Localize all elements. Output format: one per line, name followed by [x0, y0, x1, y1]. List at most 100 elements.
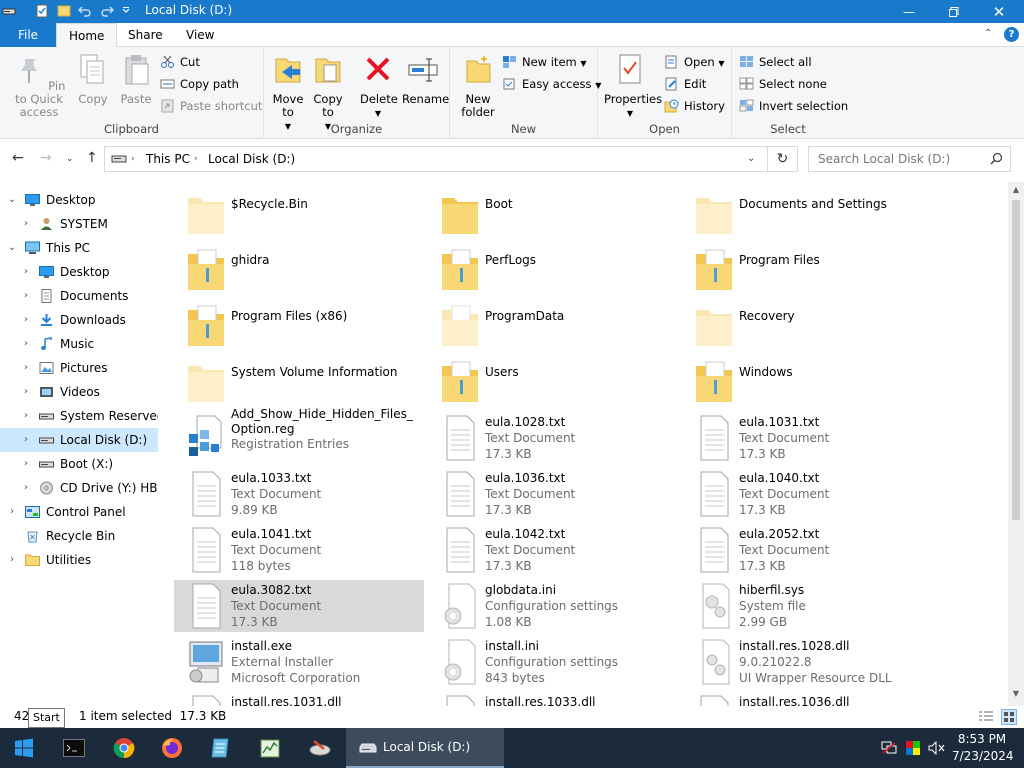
properties-quick-icon[interactable] [35, 4, 49, 18]
nav-item[interactable]: › Control Panel [0, 500, 158, 524]
recent-locations-chevron-icon[interactable]: ⌄ [66, 154, 74, 164]
breadcrumb-local-disk[interactable]: Local Disk (D:) [208, 152, 295, 166]
scroll-up-icon[interactable]: ▲ [1008, 182, 1024, 198]
new-folder-button[interactable]: New folder [460, 53, 496, 119]
tab-view[interactable]: View [174, 23, 226, 47]
edit-button[interactable]: Edit [664, 74, 706, 94]
refresh-button[interactable]: ↻ [768, 146, 798, 172]
rename-button[interactable]: Rename [402, 53, 449, 106]
address-bar[interactable]: › This PC › Local Disk (D:) ⌄ [104, 146, 768, 172]
chevron-right-icon[interactable]: › [6, 548, 18, 572]
close-button[interactable]: ✕ [976, 0, 1022, 23]
tab-home[interactable]: Home [56, 23, 118, 48]
up-arrow-icon[interactable]: ↑ [86, 150, 98, 166]
pin-quick-access-button[interactable]: Pin to Quick access [6, 53, 72, 119]
start-button[interactable] [0, 728, 48, 768]
large-icons-view-icon[interactable] [1001, 709, 1017, 725]
file-item[interactable]: Documents and Settings [682, 188, 932, 240]
file-item[interactable]: eula.1042.txt Text Document 17.3 KB [428, 524, 678, 576]
chevron-right-icon[interactable]: › [20, 452, 32, 476]
nav-item[interactable]: › Videos [0, 380, 158, 404]
nav-item[interactable]: ⌄ This PC [0, 236, 158, 260]
move-to-button[interactable]: Move to ▼ [270, 53, 306, 133]
minimize-button[interactable]: — [886, 0, 932, 23]
file-item[interactable]: eula.1036.txt Text Document 17.3 KB [428, 468, 678, 520]
file-item[interactable]: install.ini Configuration settings 843 byt… [428, 636, 678, 688]
file-item[interactable]: ProgramData [428, 300, 678, 352]
chevron-right-icon[interactable]: › [20, 428, 32, 452]
history-button[interactable]: History [664, 96, 725, 116]
file-item[interactable]: install.res.1031.dll [174, 692, 424, 706]
copy-button[interactable]: Copy [76, 53, 110, 106]
open-button[interactable]: Open ▼ [664, 52, 725, 72]
notes-app[interactable] [196, 728, 244, 768]
breadcrumb-separator-icon[interactable]: › [194, 154, 198, 164]
tab-share[interactable]: Share [116, 23, 175, 47]
nav-item[interactable]: › SYSTEM [0, 212, 158, 236]
chevron-right-icon[interactable]: › [20, 308, 32, 332]
chevron-right-icon[interactable]: › [20, 212, 32, 236]
file-item[interactable]: install.res.1028.dll 9.0.21022.8 UI Wrappe… [682, 636, 932, 688]
nav-item[interactable]: › Downloads [0, 308, 158, 332]
volume-muted-icon[interactable] [928, 741, 946, 755]
file-item[interactable]: eula.1040.txt Text Document 17.3 KB [682, 468, 932, 520]
nav-item[interactable]: › Desktop [0, 260, 158, 284]
properties-button[interactable]: Properties ▼ [604, 53, 662, 120]
file-item[interactable]: install.res.1036.dll [682, 692, 932, 706]
file-item[interactable]: globdata.ini Configuration settings 1.08 K… [428, 580, 678, 632]
customize-toolbar-chevron-icon[interactable] [121, 4, 131, 18]
nav-item[interactable]: › Utilities [0, 548, 158, 572]
drive-icon[interactable] [2, 4, 16, 18]
redo-icon[interactable] [100, 4, 114, 18]
network-icon[interactable] [881, 741, 897, 755]
forward-arrow-icon[interactable]: → [40, 150, 52, 166]
chevron-right-icon[interactable]: › [20, 284, 32, 308]
file-item[interactable]: Windows [682, 356, 932, 408]
color-display-icon[interactable] [905, 740, 921, 756]
file-item[interactable]: Users [428, 356, 678, 408]
nav-item[interactable]: › Boot (X:) [0, 452, 158, 476]
firefox-app[interactable] [148, 728, 196, 768]
back-arrow-icon[interactable]: ← [12, 150, 24, 166]
search-box[interactable] [808, 146, 1011, 172]
vertical-scrollbar[interactable]: ▲ ▼ [1008, 182, 1024, 706]
paste-button[interactable]: Paste [118, 53, 154, 106]
nav-item[interactable]: › Local Disk (D:) [0, 428, 158, 452]
nav-item[interactable]: › CD Drive (Y:) HBC [0, 476, 158, 500]
file-item[interactable]: Boot [428, 188, 678, 240]
chevron-right-icon[interactable]: › [20, 380, 32, 404]
file-item[interactable]: install.exe External Installer Microsoft C… [174, 636, 424, 688]
breadcrumb-separator-icon[interactable]: › [131, 154, 135, 164]
chevron-right-icon[interactable]: › [20, 356, 32, 380]
file-item[interactable]: ghidra [174, 244, 424, 296]
file-item[interactable]: $Recycle.Bin [174, 188, 424, 240]
chevron-right-icon[interactable]: › [20, 476, 32, 500]
chevron-down-icon[interactable]: ⌄ [6, 188, 18, 212]
file-item[interactable]: eula.1041.txt Text Document 118 bytes [174, 524, 424, 576]
copy-path-button[interactable]: Copy path [160, 74, 239, 94]
nav-item[interactable]: › Music [0, 332, 158, 356]
nav-item[interactable]: Recycle Bin [0, 524, 158, 548]
invert-selection-button[interactable]: Invert selection [739, 96, 848, 116]
nav-item[interactable]: ⌄ Desktop [0, 188, 158, 212]
file-item[interactable]: Recovery [682, 300, 932, 352]
breadcrumb-this-pc[interactable]: This PC [146, 152, 190, 166]
help-icon[interactable]: ? [1004, 27, 1019, 42]
undo-icon[interactable] [78, 4, 92, 18]
easy-access-button[interactable]: Easy access ▼ [502, 74, 601, 94]
file-item[interactable]: eula.1031.txt Text Document 17.3 KB [682, 412, 932, 464]
taskbar-window-local-disk[interactable]: Local Disk (D:) [346, 728, 504, 768]
file-item[interactable]: System Volume Information [174, 356, 424, 408]
file-item[interactable]: eula.1028.txt Text Document 17.3 KB [428, 412, 678, 464]
address-history-chevron-icon[interactable]: ⌄ [747, 153, 755, 164]
chevron-right-icon[interactable]: › [6, 500, 18, 524]
task-manager-app[interactable] [246, 728, 294, 768]
chevron-right-icon[interactable]: › [20, 332, 32, 356]
file-item[interactable]: eula.1033.txt Text Document 9.89 KB [174, 468, 424, 520]
scroll-down-icon[interactable]: ▼ [1008, 686, 1024, 702]
select-all-button[interactable]: Select all [739, 52, 812, 72]
file-item[interactable]: eula.3082.txt Text Document 17.3 KB [174, 580, 424, 632]
file-item[interactable]: Program Files (x86) [174, 300, 424, 352]
taskbar-clock[interactable]: 8:53 PM 7/23/2024 [952, 731, 1014, 765]
file-item[interactable]: Add_Show_Hide_Hidden_Files_Option.reg Reg… [174, 407, 424, 464]
